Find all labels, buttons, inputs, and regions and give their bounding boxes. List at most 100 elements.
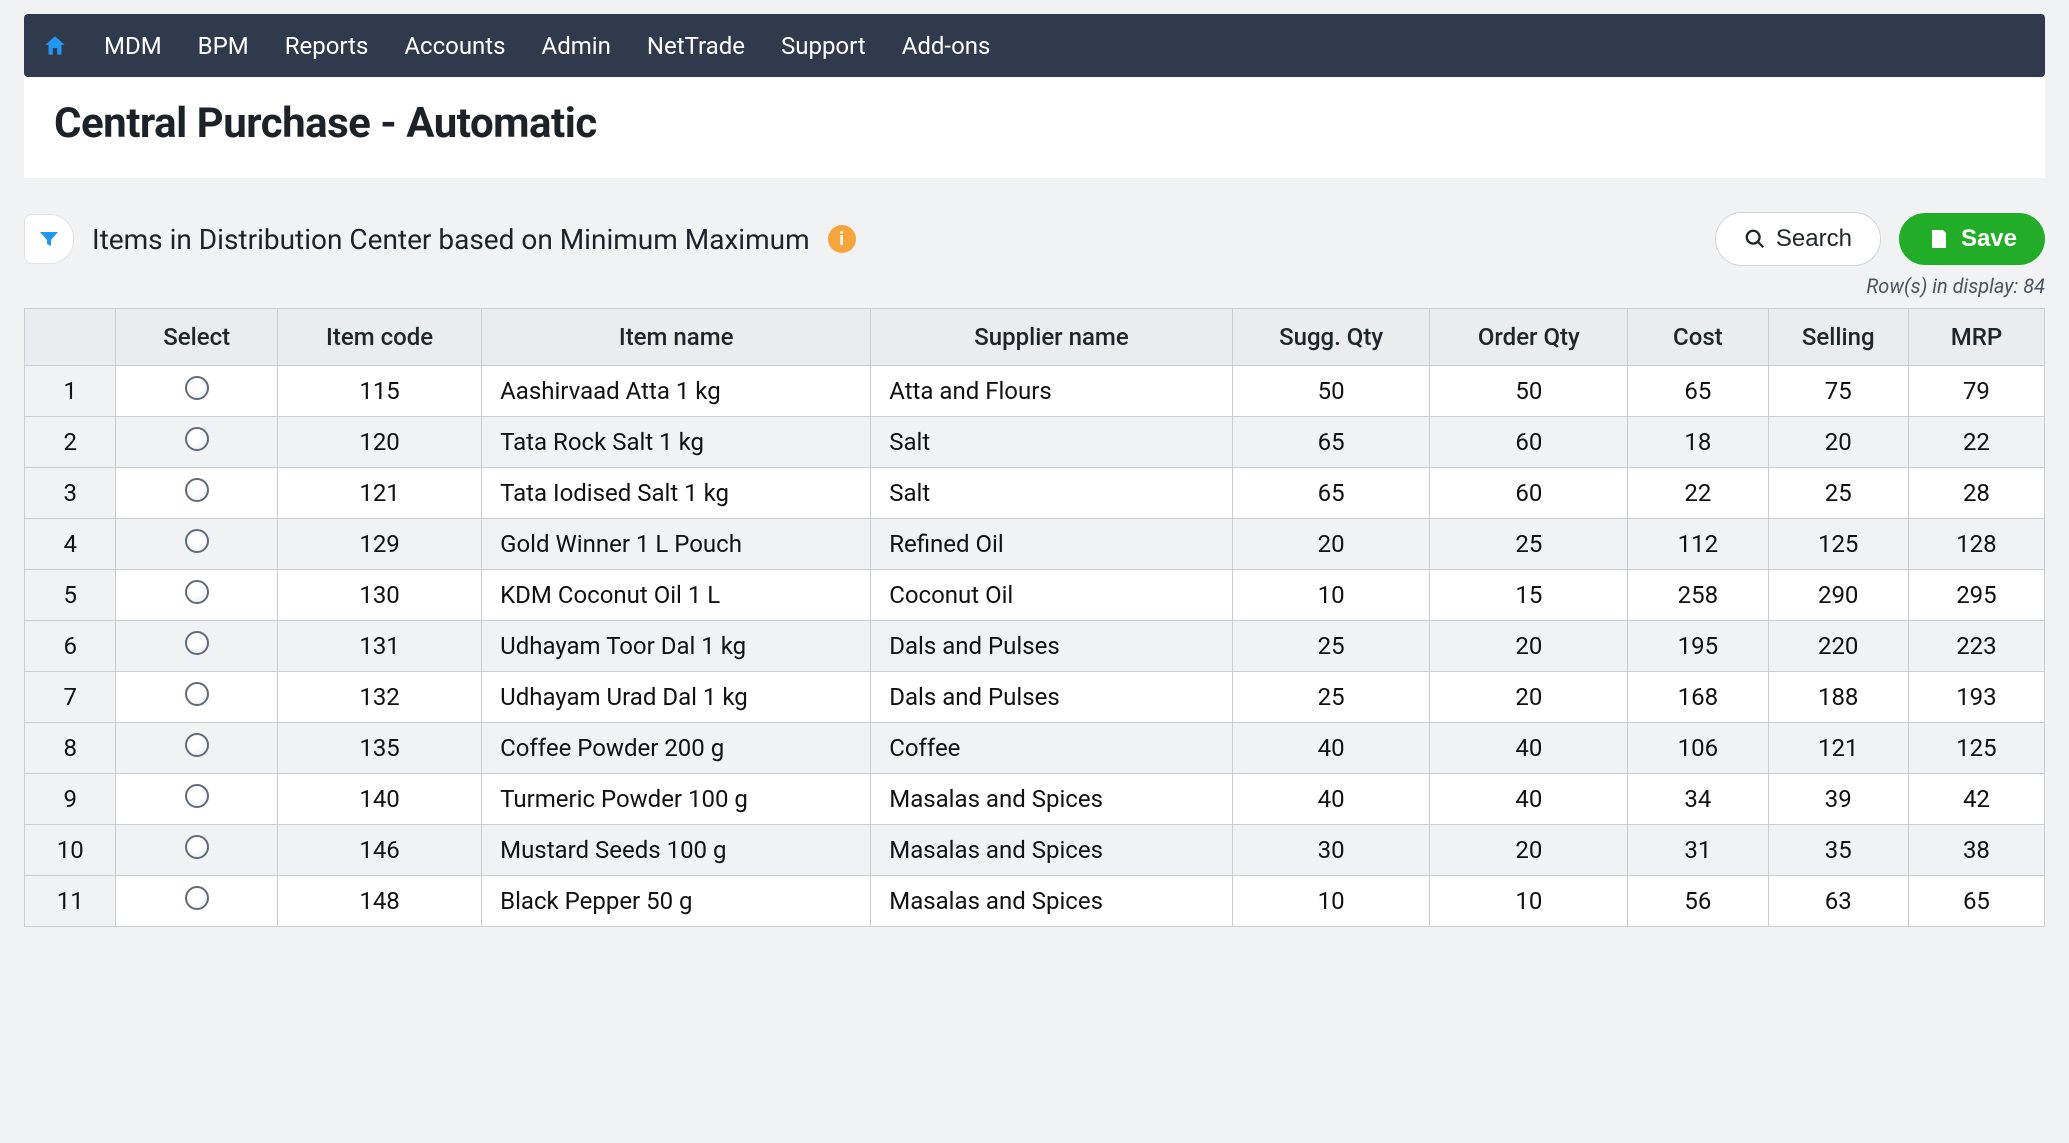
- sugg-qty: 20: [1232, 519, 1430, 570]
- item-code: 140: [278, 774, 482, 825]
- table-row: 5130KDM Coconut Oil 1 LCoconut Oil101525…: [25, 570, 2045, 621]
- row-select-radio[interactable]: [185, 427, 209, 451]
- nav-item-nettrade[interactable]: NetTrade: [629, 32, 763, 60]
- row-select-cell: [116, 825, 278, 876]
- row-select-radio[interactable]: [185, 580, 209, 604]
- cost: 106: [1628, 723, 1768, 774]
- order-qty[interactable]: 40: [1430, 723, 1628, 774]
- col-header[interactable]: Order Qty: [1430, 309, 1628, 366]
- row-index: 8: [25, 723, 116, 774]
- search-icon: [1744, 228, 1766, 250]
- mrp: 295: [1908, 570, 2044, 621]
- item-code: 129: [278, 519, 482, 570]
- info-icon[interactable]: i: [828, 225, 856, 253]
- row-select-radio[interactable]: [185, 835, 209, 859]
- row-select-cell: [116, 570, 278, 621]
- table-row: 2120Tata Rock Salt 1 kgSalt6560182022: [25, 417, 2045, 468]
- item-code: 148: [278, 876, 482, 927]
- row-select-cell: [116, 621, 278, 672]
- order-qty[interactable]: 60: [1430, 417, 1628, 468]
- rows-count: 84: [2023, 274, 2045, 298]
- row-select-radio[interactable]: [185, 784, 209, 808]
- row-select-radio[interactable]: [185, 478, 209, 502]
- table-row: 10146Mustard Seeds 100 gMasalas and Spic…: [25, 825, 2045, 876]
- sugg-qty: 25: [1232, 672, 1430, 723]
- row-select-radio[interactable]: [185, 529, 209, 553]
- page-title: Central Purchase - Automatic: [54, 99, 2015, 148]
- col-header[interactable]: Selling: [1768, 309, 1908, 366]
- order-qty[interactable]: 20: [1430, 672, 1628, 723]
- item-name: Gold Winner 1 L Pouch: [482, 519, 871, 570]
- order-qty[interactable]: 20: [1430, 621, 1628, 672]
- nav-item-bpm[interactable]: BPM: [180, 32, 267, 60]
- col-header[interactable]: [25, 309, 116, 366]
- row-index: 7: [25, 672, 116, 723]
- cost: 56: [1628, 876, 1768, 927]
- search-button[interactable]: Search: [1715, 212, 1881, 266]
- selling: 220: [1768, 621, 1908, 672]
- item-code: 115: [278, 366, 482, 417]
- col-header[interactable]: Supplier name: [871, 309, 1232, 366]
- col-header[interactable]: Select: [116, 309, 278, 366]
- item-name: Black Pepper 50 g: [482, 876, 871, 927]
- rows-label: Row(s) in display:: [1866, 274, 2018, 298]
- selling: 125: [1768, 519, 1908, 570]
- item-code: 132: [278, 672, 482, 723]
- order-qty[interactable]: 60: [1430, 468, 1628, 519]
- order-qty[interactable]: 15: [1430, 570, 1628, 621]
- col-header[interactable]: Item code: [278, 309, 482, 366]
- row-index: 5: [25, 570, 116, 621]
- sugg-qty: 10: [1232, 876, 1430, 927]
- sugg-qty: 65: [1232, 417, 1430, 468]
- items-table: SelectItem codeItem nameSupplier nameSug…: [24, 308, 2045, 927]
- mrp: 223: [1908, 621, 2044, 672]
- table-row: 7132Udhayam Urad Dal 1 kgDals and Pulses…: [25, 672, 2045, 723]
- item-name: KDM Coconut Oil 1 L: [482, 570, 871, 621]
- table-row: 1115Aashirvaad Atta 1 kgAtta and Flours5…: [25, 366, 2045, 417]
- filter-icon: [37, 227, 61, 251]
- home-icon[interactable]: [42, 33, 68, 59]
- row-select-cell: [116, 774, 278, 825]
- row-select-radio[interactable]: [185, 733, 209, 757]
- table-header-row: SelectItem codeItem nameSupplier nameSug…: [25, 309, 2045, 366]
- supplier-name: Masalas and Spices: [871, 876, 1232, 927]
- mrp: 128: [1908, 519, 2044, 570]
- mrp: 38: [1908, 825, 2044, 876]
- col-header[interactable]: Item name: [482, 309, 871, 366]
- item-code: 146: [278, 825, 482, 876]
- sugg-qty: 50: [1232, 366, 1430, 417]
- nav-item-support[interactable]: Support: [763, 32, 884, 60]
- nav-item-add-ons[interactable]: Add-ons: [884, 32, 1009, 60]
- row-select-radio[interactable]: [185, 631, 209, 655]
- supplier-name: Masalas and Spices: [871, 825, 1232, 876]
- row-select-radio[interactable]: [185, 682, 209, 706]
- cost: 31: [1628, 825, 1768, 876]
- item-code: 131: [278, 621, 482, 672]
- filter-button[interactable]: [24, 214, 74, 264]
- row-select-radio[interactable]: [185, 886, 209, 910]
- nav-item-mdm[interactable]: MDM: [86, 32, 180, 60]
- col-header[interactable]: Sugg. Qty: [1232, 309, 1430, 366]
- order-qty[interactable]: 25: [1430, 519, 1628, 570]
- top-nav: MDMBPMReportsAccountsAdminNetTradeSuppor…: [24, 14, 2045, 77]
- supplier-name: Refined Oil: [871, 519, 1232, 570]
- order-qty[interactable]: 50: [1430, 366, 1628, 417]
- order-qty[interactable]: 10: [1430, 876, 1628, 927]
- order-qty[interactable]: 40: [1430, 774, 1628, 825]
- save-button[interactable]: Save: [1899, 213, 2045, 265]
- cost: 34: [1628, 774, 1768, 825]
- order-qty[interactable]: 20: [1430, 825, 1628, 876]
- save-button-label: Save: [1961, 225, 2017, 253]
- nav-item-reports[interactable]: Reports: [267, 32, 387, 60]
- row-select-radio[interactable]: [185, 376, 209, 400]
- row-index: 10: [25, 825, 116, 876]
- supplier-name: Atta and Flours: [871, 366, 1232, 417]
- item-code: 120: [278, 417, 482, 468]
- col-header[interactable]: Cost: [1628, 309, 1768, 366]
- selling: 290: [1768, 570, 1908, 621]
- nav-item-admin[interactable]: Admin: [524, 32, 629, 60]
- cost: 22: [1628, 468, 1768, 519]
- table-row: 6131Udhayam Toor Dal 1 kgDals and Pulses…: [25, 621, 2045, 672]
- nav-item-accounts[interactable]: Accounts: [386, 32, 523, 60]
- col-header[interactable]: MRP: [1908, 309, 2044, 366]
